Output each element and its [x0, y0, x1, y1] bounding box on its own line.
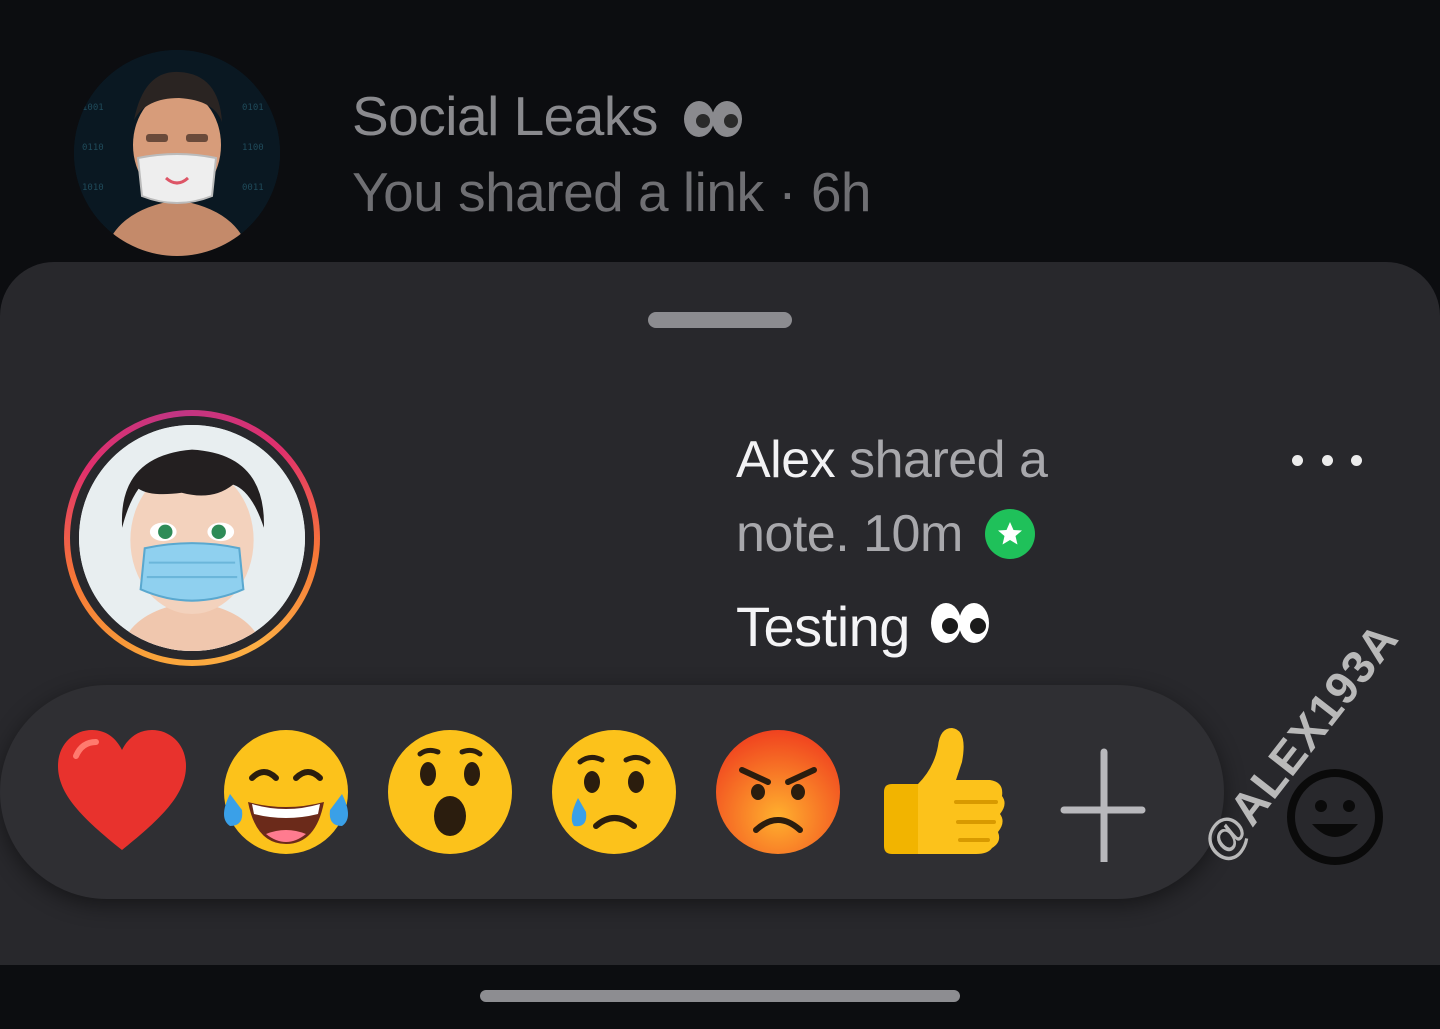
note-author-avatar[interactable] — [64, 410, 320, 666]
heart-emoji[interactable] — [52, 722, 192, 862]
dot-icon — [1351, 454, 1362, 466]
note-timestamp: note. 10m — [736, 505, 963, 563]
svg-text:0011: 0011 — [242, 183, 264, 193]
eyes-icon — [928, 594, 992, 659]
sheet-drag-handle[interactable] — [648, 312, 792, 328]
post-author-title: Social Leaks — [352, 84, 745, 152]
note-action-text: shared a — [835, 431, 1048, 489]
home-indicator[interactable] — [480, 990, 960, 1002]
add-reaction-icon[interactable] — [1036, 722, 1176, 862]
note-meta: note. 10m — [736, 504, 1035, 564]
thumbs-up-emoji[interactable] — [872, 722, 1012, 862]
dot-icon — [1292, 454, 1303, 466]
reaction-bar — [0, 685, 1224, 899]
angry-emoji[interactable] — [708, 722, 848, 862]
profile-avatar[interactable]: 1001 0110 1010 0101 1100 0011 — [74, 50, 280, 256]
surprised-emoji[interactable] — [380, 722, 520, 862]
system-navigation-bar — [0, 965, 1440, 1029]
screen: 1001 0110 1010 0101 1100 0011 Social Leaks Y… — [0, 0, 1440, 1029]
tears-of-joy-emoji[interactable] — [216, 722, 356, 862]
more-options-button[interactable] — [1292, 446, 1362, 474]
post-author-name: Social Leaks — [352, 85, 658, 147]
svg-text:0110: 0110 — [82, 143, 104, 153]
svg-text:0101: 0101 — [242, 103, 264, 113]
star-badge-icon — [984, 509, 1035, 559]
svg-text:1001: 1001 — [82, 103, 104, 113]
svg-text:1010: 1010 — [82, 183, 104, 193]
note-header: Alex shared a — [736, 430, 1048, 490]
post-subtitle: You shared a link · 6h — [352, 161, 872, 223]
eyes-icon — [681, 88, 745, 152]
note-text: Testing — [736, 595, 910, 658]
note-author-name[interactable]: Alex — [736, 431, 836, 489]
sad-emoji[interactable] — [544, 722, 684, 862]
dot-icon — [1321, 454, 1333, 466]
note-content: Testing — [736, 594, 992, 659]
svg-text:1100: 1100 — [242, 143, 264, 153]
